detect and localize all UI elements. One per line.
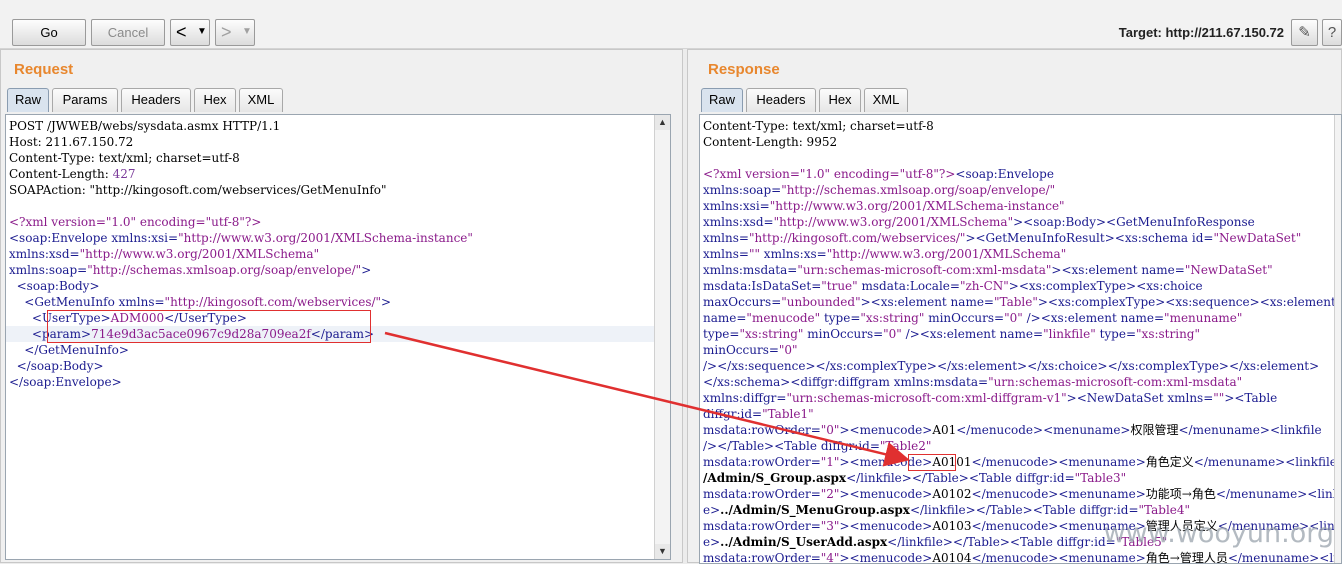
annotation-arrow bbox=[384, 331, 910, 467]
watermark: www.wooyun.org bbox=[1103, 518, 1334, 549]
